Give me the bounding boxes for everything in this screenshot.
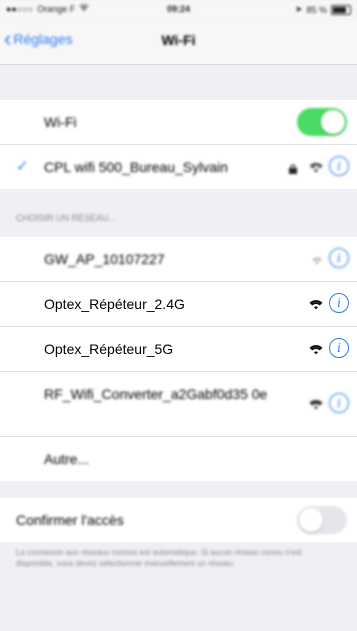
toggle-knob — [299, 508, 323, 532]
status-bar: ●●○○○ Orange F 09:24 ➤ 85 % — [0, 0, 357, 20]
check-icon: ✓ — [16, 158, 29, 175]
wifi-toggle[interactable] — [297, 108, 347, 136]
info-icon[interactable]: i — [329, 248, 349, 268]
ask-join-label: Confirmer l'accès — [16, 512, 124, 528]
wifi-icon — [309, 297, 323, 315]
info-icon[interactable]: i — [329, 393, 349, 413]
wifi-icon — [311, 252, 323, 270]
network-row[interactable]: Optex_Répéteur_2.4G i — [0, 282, 357, 327]
network-row[interactable]: GW_AP_10107227 i — [0, 237, 357, 282]
connected-network-name: CPL wifi 500_Bureau_Sylvain — [44, 159, 228, 175]
wifi-label: Wi-Fi — [44, 114, 77, 130]
ask-join-group: Confirmer l'accès — [0, 498, 357, 542]
network-row[interactable]: Optex_Répéteur_5G i — [0, 327, 357, 372]
section-header: CHOISIR UN RÉSEAU... — [16, 213, 117, 223]
page-title: Wi-Fi — [161, 32, 196, 48]
wifi-icon — [309, 342, 323, 360]
network-name: Optex_Répéteur_2.4G — [44, 296, 185, 312]
network-row[interactable]: RF_Wifi_Converter_a2Gabf0d35 0e i — [0, 372, 357, 437]
ask-join-toggle[interactable] — [297, 506, 347, 534]
wifi-group: Wi-Fi ✓ CPL wifi 500_Bureau_Sylvain i — [0, 100, 357, 189]
battery-icon — [331, 4, 351, 15]
footer-text: La connexion aux réseaux connus est auto… — [16, 548, 302, 568]
wifi-icon — [309, 160, 323, 178]
networks-group: GW_AP_10107227 i Optex_Répéteur_2.4G i O… — [0, 237, 357, 481]
lock-icon — [289, 161, 297, 179]
toggle-knob — [321, 110, 345, 134]
ask-join-row: Confirmer l'accès — [0, 498, 357, 542]
info-icon[interactable]: i — [329, 156, 349, 176]
network-name: GW_AP_10107227 — [44, 251, 165, 267]
info-icon[interactable]: i — [329, 338, 349, 358]
network-name: Optex_Répéteur_5G — [44, 341, 174, 357]
wifi-icon — [309, 397, 323, 415]
wifi-toggle-row: Wi-Fi — [0, 100, 357, 145]
info-icon[interactable]: i — [329, 293, 349, 313]
nav-bar: ‹ Réglages Wi-Fi — [0, 20, 357, 65]
location-icon: ➤ — [294, 4, 303, 14]
other-network-row[interactable]: Autre... — [0, 437, 357, 481]
network-name: RF_Wifi_Converter_a2Gabf0d35 0e — [44, 386, 268, 402]
status-right: ➤ 85 % — [295, 4, 351, 15]
battery-label: 85 % — [306, 4, 327, 15]
connected-network-row[interactable]: ✓ CPL wifi 500_Bureau_Sylvain i — [0, 145, 357, 189]
other-network-label: Autre... — [44, 451, 90, 467]
